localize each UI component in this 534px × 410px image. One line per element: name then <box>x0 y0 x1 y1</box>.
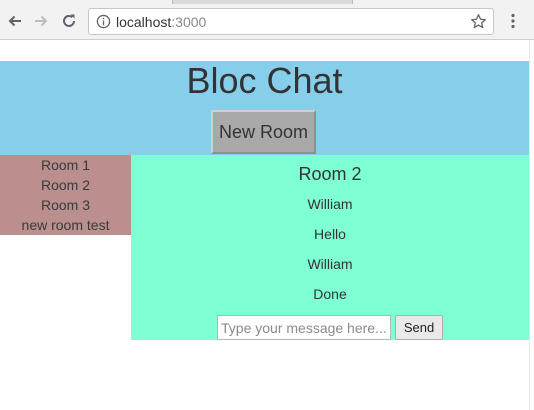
tab-strip <box>0 0 534 4</box>
window-edge <box>529 40 534 410</box>
room-list-item[interactable]: new room test <box>0 215 131 235</box>
info-icon[interactable] <box>96 14 111 29</box>
room-list-item[interactable]: Room 1 <box>0 155 131 175</box>
back-arrow-icon[interactable] <box>4 10 26 32</box>
room-list-item[interactable]: Room 2 <box>0 175 131 195</box>
app-header: Bloc Chat New Room <box>0 61 529 155</box>
browser-tab[interactable] <box>352 0 534 4</box>
active-room-title: Room 2 <box>298 164 362 184</box>
browser-toolbar: localhost:3000 <box>0 0 534 40</box>
url-text[interactable]: localhost:3000 <box>116 14 206 30</box>
message-text: Hello <box>314 226 346 242</box>
message-text: Done <box>313 286 347 302</box>
kebab-menu-icon[interactable] <box>504 10 522 32</box>
chat-panel: Room 2 William Hello William Done Send <box>131 155 529 340</box>
url-port: :3000 <box>171 14 207 30</box>
forward-arrow-icon[interactable] <box>30 10 52 32</box>
room-list-sidebar: Room 1 Room 2 Room 3 new room test <box>0 155 131 235</box>
send-button[interactable]: Send <box>395 315 443 340</box>
browser-tab[interactable] <box>0 0 173 4</box>
message-input[interactable] <box>217 315 391 340</box>
message-text: William <box>307 256 353 272</box>
message-text: William <box>307 196 353 212</box>
url-host: localhost <box>116 14 172 30</box>
app-title: Bloc Chat <box>186 60 343 101</box>
room-list-item[interactable]: Room 3 <box>0 195 131 215</box>
star-icon[interactable] <box>470 13 487 30</box>
address-bar[interactable]: localhost:3000 <box>88 8 494 35</box>
reload-icon[interactable] <box>58 10 80 32</box>
new-room-button[interactable]: New Room <box>211 110 316 154</box>
